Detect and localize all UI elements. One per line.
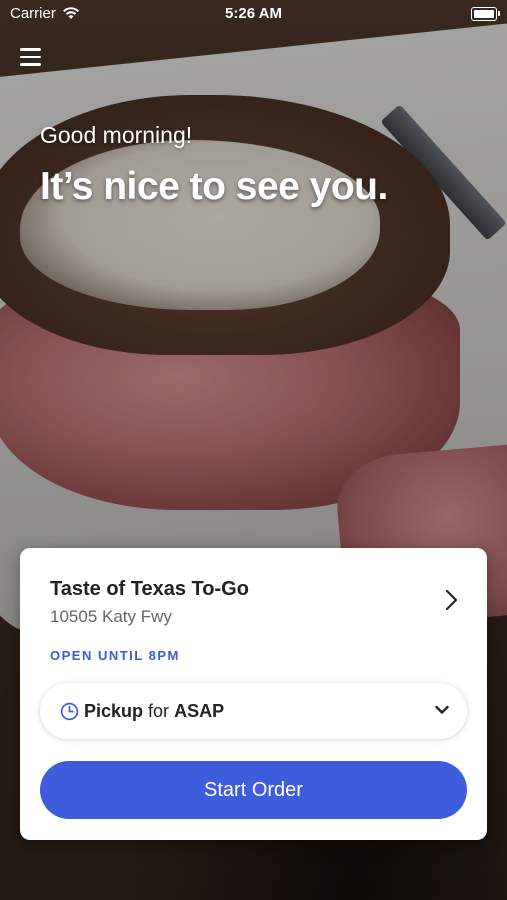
battery-icon (471, 7, 500, 21)
location-card: Taste of Texas To-Go 10505 Katy Fwy OPEN… (20, 548, 487, 840)
status-time: 5:26 AM (225, 5, 282, 22)
store-name[interactable]: Taste of Texas To-Go (50, 578, 249, 601)
status-bar: Carrier 5:26 AM (0, 0, 507, 28)
time-option-label: ASAP (174, 701, 225, 721)
greeting-text: Good morning! (40, 122, 193, 148)
pickup-text: Pickup for ASAP (84, 701, 224, 722)
hamburger-menu-icon[interactable] (20, 48, 41, 66)
clock-icon (60, 702, 79, 721)
chevron-down-icon (435, 705, 449, 714)
chevron-right-icon[interactable] (441, 589, 461, 611)
order-type-label: Pickup (84, 701, 144, 721)
start-order-button[interactable]: Start Order (40, 761, 467, 819)
store-address: 10505 Katy Fwy (50, 607, 172, 626)
headline-text: It’s nice to see you. (40, 165, 388, 208)
pickup-time-selector[interactable]: Pickup for ASAP (40, 683, 467, 739)
for-label: for (148, 701, 170, 721)
open-status-label: OPEN UNTIL 8PM (50, 648, 180, 663)
